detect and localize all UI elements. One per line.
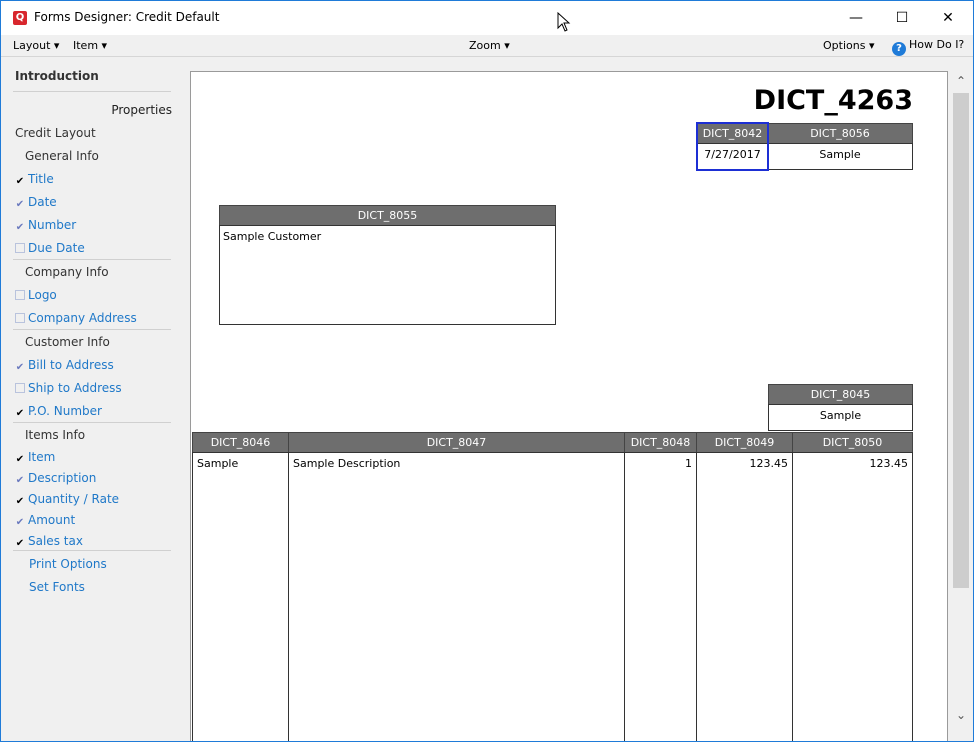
scroll-up-icon[interactable]: ⌃ [954, 74, 968, 88]
group-items-info: Items Info [25, 428, 86, 442]
scroll-down-icon[interactable]: ⌄ [954, 708, 968, 722]
option-number[interactable]: ✔ Number [15, 218, 76, 233]
option-quantity-rate[interactable]: ✔ Quantity / Rate [15, 492, 119, 507]
checkbox-icon [15, 313, 25, 323]
scroll-thumb[interactable] [953, 93, 969, 588]
forms-designer-window: Q Forms Designer: Credit Default — ☐ ✕ L… [0, 0, 974, 742]
option-label: P.O. Number [28, 404, 102, 418]
column-header-description[interactable]: DICT_8047 [288, 432, 625, 453]
introduction-header[interactable]: Introduction [15, 69, 99, 83]
checkbox-icon: ✔ [15, 408, 25, 419]
quantity-cell[interactable]: 1 [624, 452, 697, 741]
group-company-info: Company Info [25, 265, 109, 279]
divider [13, 259, 171, 260]
help-icon: ? [892, 42, 906, 56]
checkbox-icon: ✔ [15, 199, 25, 210]
credit-layout-label: Credit Layout [15, 126, 96, 140]
divider [13, 329, 171, 330]
checkbox-icon: ✔ [15, 222, 25, 233]
option-logo[interactable]: Logo [15, 288, 57, 302]
option-sales-tax[interactable]: ✔ Sales tax [15, 534, 83, 549]
item-cell[interactable]: Sample [192, 452, 289, 741]
properties-link[interactable]: Properties [111, 103, 172, 117]
group-customer-info: Customer Info [25, 335, 110, 349]
option-date[interactable]: ✔ Date [15, 195, 57, 210]
divider [13, 550, 171, 551]
group-general-info: General Info [25, 149, 99, 163]
minimize-button[interactable]: — [833, 1, 879, 35]
checkbox-icon: ✔ [15, 517, 25, 528]
checkbox-icon [15, 290, 25, 300]
checkbox-icon: ✔ [15, 362, 25, 373]
description-cell[interactable]: Sample Description [288, 452, 625, 741]
form-title-field[interactable]: DICT_4263 [701, 85, 913, 116]
option-label: Date [28, 195, 57, 209]
option-label: Item [28, 450, 56, 464]
option-po-number[interactable]: ✔ P.O. Number [15, 404, 102, 419]
option-title[interactable]: ✔ Title [15, 172, 54, 187]
zoom-menu[interactable]: Zoom ▾ [469, 39, 510, 52]
po-number-header[interactable]: DICT_8045 [768, 384, 913, 405]
option-label: Description [28, 471, 97, 485]
checkbox-icon [15, 383, 25, 393]
set-fonts-link[interactable]: Set Fonts [29, 580, 85, 594]
option-due-date[interactable]: Due Date [15, 241, 85, 255]
option-item[interactable]: ✔ Item [15, 450, 56, 465]
option-amount[interactable]: ✔ Amount [15, 513, 75, 528]
divider [13, 91, 171, 92]
title-bar: Q Forms Designer: Credit Default — ☐ ✕ [1, 1, 973, 35]
window-title: Forms Designer: Credit Default [34, 10, 220, 24]
option-label: Amount [28, 513, 76, 527]
checkbox-icon [15, 243, 25, 253]
option-label: Logo [28, 288, 57, 302]
sidebar: Introduction Properties Credit Layout Ge… [7, 60, 177, 740]
divider [13, 422, 171, 423]
column-header-quantity[interactable]: DICT_8048 [624, 432, 697, 453]
option-label: Number [28, 218, 77, 232]
vertical-scrollbar[interactable]: ⌃ ⌄ [950, 70, 972, 740]
amount-cell[interactable]: 123.45 [792, 452, 913, 741]
how-do-i-button[interactable]: ? How Do I? [892, 38, 964, 56]
maximize-button[interactable]: ☐ [879, 1, 925, 35]
app-logo-icon: Q [13, 11, 27, 25]
column-header-amount[interactable]: DICT_8050 [792, 432, 913, 453]
option-bill-to-address[interactable]: ✔ Bill to Address [15, 358, 114, 373]
rate-cell[interactable]: 123.45 [696, 452, 793, 741]
close-button[interactable]: ✕ [925, 1, 971, 35]
option-company-address[interactable]: Company Address [15, 311, 137, 325]
po-number-value[interactable]: Sample [768, 404, 913, 431]
option-label: Ship to Address [28, 381, 122, 395]
column-header-item[interactable]: DICT_8046 [192, 432, 289, 453]
bill-to-header[interactable]: DICT_8055 [219, 205, 556, 226]
checkbox-icon: ✔ [15, 538, 25, 549]
bill-to-value[interactable]: Sample Customer [219, 225, 556, 325]
option-label: Title [28, 172, 54, 186]
print-options-link[interactable]: Print Options [29, 557, 107, 571]
option-ship-to-address[interactable]: Ship to Address [15, 381, 122, 395]
option-label: Due Date [28, 241, 85, 255]
column-header-rate[interactable]: DICT_8049 [696, 432, 793, 453]
item-menu[interactable]: Item ▾ [73, 39, 107, 52]
how-do-i-label: How Do I? [909, 38, 965, 51]
options-menu[interactable]: Options ▾ [823, 39, 874, 52]
option-label: Company Address [28, 311, 137, 325]
checkbox-icon: ✔ [15, 176, 25, 187]
option-label: Quantity / Rate [28, 492, 120, 506]
number-value[interactable]: Sample [767, 143, 913, 170]
checkbox-icon: ✔ [15, 496, 25, 507]
checkbox-icon: ✔ [15, 454, 25, 465]
option-label: Bill to Address [28, 358, 114, 372]
option-description[interactable]: ✔ Description [15, 471, 97, 486]
layout-menu[interactable]: Layout ▾ [13, 39, 59, 52]
selection-outline [696, 122, 769, 171]
checkbox-icon: ✔ [15, 475, 25, 486]
mouse-cursor-icon [557, 12, 571, 32]
option-label: Sales tax [28, 534, 83, 548]
menu-bar: Layout ▾ Item ▾ Zoom ▾ Options ▾ ? How Do… [1, 35, 973, 57]
number-header[interactable]: DICT_8056 [767, 123, 913, 144]
